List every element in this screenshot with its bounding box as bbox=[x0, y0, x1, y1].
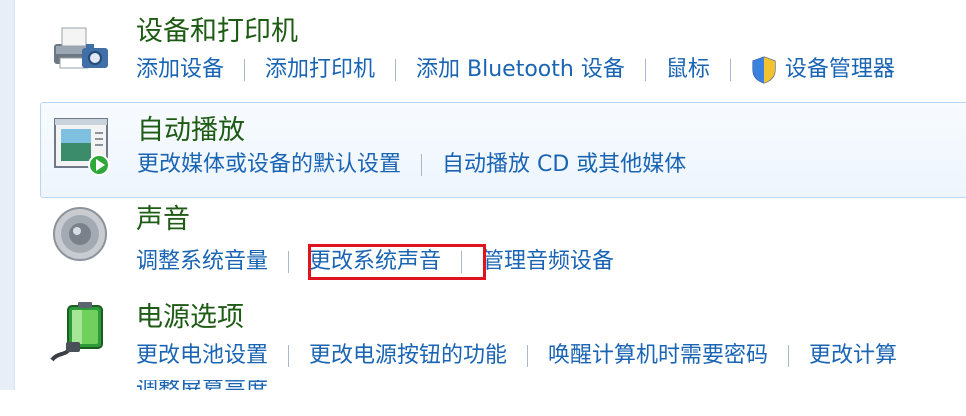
autoplay-icon bbox=[54, 118, 110, 176]
power-options-clipped-link[interactable]: 调整屏幕亮度 bbox=[136, 380, 268, 390]
link-separator bbox=[729, 59, 731, 81]
mouse-link[interactable]: 鼠标 bbox=[666, 56, 710, 84]
speaker-icon bbox=[53, 207, 107, 261]
change-power-button-link[interactable]: 更改电源按钮的功能 bbox=[309, 342, 507, 370]
viewport-bottom bbox=[0, 390, 966, 416]
printer-icon bbox=[54, 27, 108, 69]
link-separator bbox=[527, 345, 529, 367]
link-separator bbox=[788, 345, 790, 367]
device-manager-link-wrap[interactable]: 设备管理器 bbox=[751, 56, 895, 84]
sound-group: 声音 调整系统音量 更改系统声音 管理音频设备 bbox=[40, 200, 966, 292]
highlight-annotation-box bbox=[308, 244, 486, 280]
link-separator bbox=[421, 154, 423, 176]
add-bluetooth-device-link[interactable]: 添加 Bluetooth 设备 bbox=[416, 56, 625, 84]
add-device-link[interactable]: 添加设备 bbox=[136, 56, 224, 84]
link-separator bbox=[395, 59, 397, 81]
devices-and-printers-title[interactable]: 设备和打印机 bbox=[136, 16, 298, 48]
autoplay-group: 自动播放 更改媒体或设备的默认设置 自动播放 CD 或其他媒体 bbox=[40, 102, 966, 198]
link-separator bbox=[644, 59, 646, 81]
autoplay-links: 更改媒体或设备的默认设置 自动播放 CD 或其他媒体 bbox=[137, 151, 686, 179]
power-options-links: 更改电池设置 更改电源按钮的功能 唤醒计算机时需要密码 更改计算 bbox=[136, 342, 897, 370]
power-options-group: 电源选项 更改电池设置 更改电源按钮的功能 唤醒计算机时需要密码 更改计算 bbox=[40, 296, 966, 390]
change-default-media-settings-link[interactable]: 更改媒体或设备的默认设置 bbox=[137, 151, 401, 179]
link-separator bbox=[288, 251, 290, 273]
devices-and-printers-group: 设备和打印机 添加设备 添加打印机 添加 Bluetooth 设备 鼠标 设备管… bbox=[40, 0, 966, 100]
require-password-on-wakeup-link[interactable]: 唤醒计算机时需要密码 bbox=[548, 342, 768, 370]
power-options-title[interactable]: 电源选项 bbox=[136, 302, 244, 334]
device-manager-link[interactable]: 设备管理器 bbox=[785, 56, 895, 84]
autoplay-title[interactable]: 自动播放 bbox=[137, 115, 245, 147]
sound-title[interactable]: 声音 bbox=[136, 204, 190, 236]
link-separator bbox=[244, 59, 246, 81]
devices-and-printers-links: 添加设备 添加打印机 添加 Bluetooth 设备 鼠标 设备管理器 bbox=[136, 56, 895, 84]
adjust-system-volume-link[interactable]: 调整系统音量 bbox=[136, 248, 268, 276]
manage-audio-devices-link[interactable]: 管理音频设备 bbox=[482, 248, 614, 276]
link-separator bbox=[288, 345, 290, 367]
uac-shield-icon bbox=[752, 56, 776, 84]
navigation-pane-edge bbox=[0, 0, 15, 416]
battery-power-icon bbox=[50, 302, 103, 362]
change-computer-sleep-link[interactable]: 更改计算 bbox=[809, 342, 897, 370]
change-battery-settings-link[interactable]: 更改电池设置 bbox=[136, 342, 268, 370]
add-printer-link[interactable]: 添加打印机 bbox=[265, 56, 375, 84]
autoplay-cd-link[interactable]: 自动播放 CD 或其他媒体 bbox=[442, 151, 686, 179]
